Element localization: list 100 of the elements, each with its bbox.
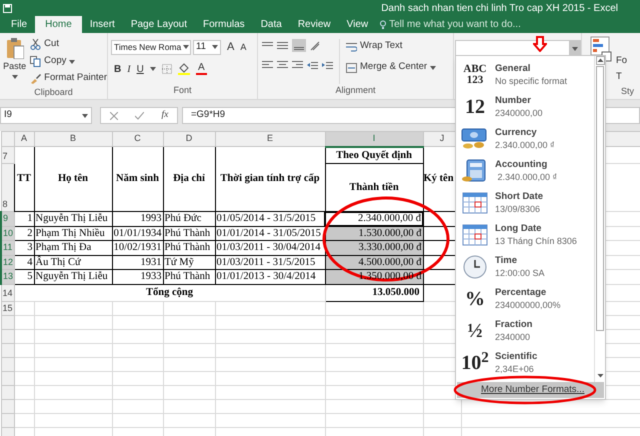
insert-function-button[interactable]: fx: [161, 108, 168, 123]
column-heading: Theo Quyết định: [336, 150, 412, 160]
format-glyph: ABC 123: [462, 64, 488, 86]
shrink-font-button[interactable]: A: [240, 40, 246, 54]
align-center-icon[interactable]: [277, 60, 288, 70]
table-cell: Phú Thành: [164, 242, 210, 253]
caret-icon[interactable]: [12, 74, 18, 78]
column-heading: Họ tên: [58, 173, 88, 184]
table-cell: 10/02/1931: [114, 242, 162, 253]
table-cell: 1931: [140, 256, 162, 268]
caret-icon[interactable]: [150, 67, 156, 71]
format-option[interactable]: Time 12:00:00 SA: [456, 251, 594, 283]
column-header[interactable]: E: [215, 132, 325, 146]
ribbon-tab[interactable]: Insert: [82, 16, 123, 33]
orientation-icon[interactable]: [310, 40, 320, 50]
amount-cell: 2.340.000,00 đ: [358, 213, 421, 224]
money-icon: [461, 128, 489, 150]
bold-button[interactable]: B: [114, 62, 122, 76]
ribbon-tab[interactable]: File: [3, 16, 36, 33]
font-color-button[interactable]: A: [198, 63, 205, 73]
format-option[interactable]: ABC 123 General No specific format: [456, 59, 594, 91]
column-header[interactable]: B: [34, 132, 112, 146]
column-header[interactable]: I: [325, 132, 423, 146]
row-header[interactable]: 8: [2, 198, 8, 209]
column-header[interactable]: A: [14, 132, 34, 146]
more-formats-item[interactable]: More Number Formats...: [457, 382, 604, 398]
ribbon-tab[interactable]: Page Layout: [122, 16, 195, 33]
decrease-indent-icon[interactable]: [307, 60, 318, 70]
scrollbar[interactable]: [594, 56, 605, 382]
scroll-up-icon[interactable]: [596, 56, 604, 65]
align-left-icon[interactable]: [262, 60, 273, 70]
format-option[interactable]: % Percentage 234000000,00%: [456, 283, 594, 315]
clipboard-icon: [6, 37, 24, 59]
borders-icon[interactable]: [162, 64, 172, 74]
column-heading: TT: [16, 173, 31, 184]
format-glyph: %: [464, 289, 486, 309]
grow-font-button[interactable]: A: [227, 39, 234, 56]
format-option[interactable]: Long Date 13 Tháng Chín 8306: [456, 219, 594, 251]
ribbon-button[interactable]: Copy: [30, 54, 107, 69]
column-header[interactable]: C: [112, 132, 163, 146]
scroll-thumb[interactable]: [596, 66, 604, 331]
align-middle-icon[interactable]: [277, 40, 288, 50]
ribbon-button[interactable]: Format Painter: [30, 71, 107, 86]
total-value: 13.050.000: [372, 286, 420, 298]
table-cell: 3: [27, 242, 32, 253]
table-cell: 01/03/2011 - 31/5/2015: [216, 256, 316, 268]
underline-button[interactable]: U: [136, 62, 144, 76]
calendar-icon: [462, 192, 488, 214]
table-cell: Nguyễn Thị Liễu: [36, 213, 108, 224]
format-as-table-button[interactable]: Fo: [616, 54, 628, 68]
cancel-icon[interactable]: [110, 112, 118, 120]
cell-styles-button[interactable]: T: [616, 70, 628, 84]
calendar-icon: [462, 224, 488, 246]
ribbon-button[interactable]: Merge & Center: [346, 60, 436, 75]
paste-button[interactable]: Paste: [2, 33, 28, 86]
caret-icon[interactable]: [572, 46, 578, 50]
ribbon-tab[interactable]: Formulas: [195, 16, 253, 33]
name-box[interactable]: I9: [0, 107, 92, 124]
fill-color-icon[interactable]: [178, 63, 190, 75]
format-option[interactable]: Short Date 13/09/8306: [456, 187, 594, 219]
save-icon[interactable]: [3, 4, 12, 12]
italic-button[interactable]: I: [127, 62, 131, 76]
ribbon-button[interactable]: Cut: [30, 37, 107, 52]
column-heading: Năm sinh: [116, 173, 159, 184]
lightbulb-icon[interactable]: [380, 20, 386, 30]
align-right-icon[interactable]: [292, 60, 303, 70]
format-option[interactable]: ½ Fraction 2340000: [456, 315, 594, 347]
ribbon-tab[interactable]: View: [338, 16, 376, 33]
ribbon-tab[interactable]: Review: [290, 16, 339, 33]
ribbon-button[interactable]: Wrap Text: [346, 39, 436, 54]
align-bottom-icon[interactable]: [292, 39, 306, 52]
table-cell: Nguyễn Thị Liễu: [36, 271, 108, 282]
caret-icon[interactable]: [69, 60, 76, 64]
tell-me-field[interactable]: Tell me what you want to do...: [389, 17, 521, 32]
ribbon-tab[interactable]: Data: [252, 16, 290, 33]
scroll-down-icon[interactable]: [596, 371, 604, 380]
window-title: Danh sach nhan tien chi linh Tro cap XH 2015 - Excel: [381, 2, 618, 16]
check-icon[interactable]: [135, 112, 144, 120]
amount-cell: 4.500.000,00 đ: [358, 256, 422, 268]
caret-icon[interactable]: [82, 114, 88, 118]
total-label: Tổng cộng: [146, 286, 193, 298]
table-cell: Phạm Thị Nhiều: [36, 228, 105, 238]
paintbrush-icon: [30, 73, 42, 84]
table-cell: Phú Thành: [164, 271, 210, 282]
amount-cell: 3.330.000,00 đ: [358, 242, 422, 253]
caret-icon[interactable]: [430, 66, 436, 70]
table-cell: 01/01/2013 - 30/4/2014: [216, 271, 316, 282]
font-name-field[interactable]: Times New Roma: [111, 40, 191, 55]
column-header[interactable]: D: [163, 132, 215, 146]
format-option[interactable]: Accounting 2.340.000,00 ₫: [456, 155, 594, 187]
font-size-field[interactable]: 11: [193, 40, 221, 55]
ribbon-tab[interactable]: Home: [35, 16, 82, 33]
table-cell: 01/01/2014 - 31/05/2015: [216, 228, 321, 238]
caret-icon[interactable]: [183, 45, 190, 50]
increase-indent-icon[interactable]: [322, 60, 333, 70]
column-heading: Địa chỉ: [173, 173, 205, 184]
format-option[interactable]: 10$^{2}$ Scientific 2,34E+06: [456, 347, 594, 379]
table-cell: 01/05/2014 - 31/5/2015: [216, 213, 316, 224]
caret-icon[interactable]: [212, 45, 218, 50]
table-cell: Âu Thị Cứ: [36, 256, 81, 268]
